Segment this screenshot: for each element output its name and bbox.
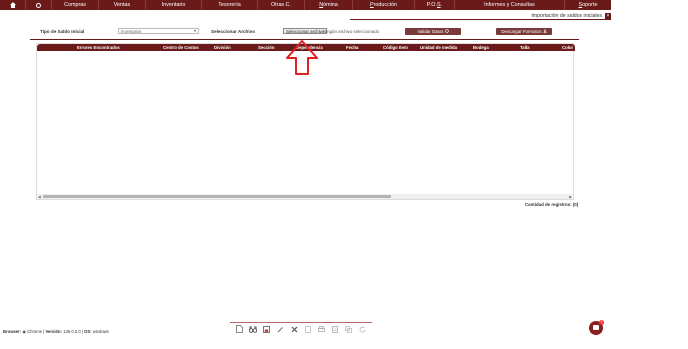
scroll-left-icon[interactable]: ◀ bbox=[38, 195, 41, 199]
browser-info: Browser: ◉ Chrome | Versión: 136.0.0.0 |… bbox=[3, 329, 109, 334]
home-button[interactable] bbox=[0, 0, 26, 10]
print-icon[interactable] bbox=[317, 325, 325, 333]
validate-data-button[interactable]: Validar Datos bbox=[405, 28, 461, 35]
col-talla: Talla bbox=[520, 45, 530, 50]
horizontal-scrollbar[interactable]: ◀ ▶ bbox=[37, 194, 573, 199]
nav-tesoreria[interactable]: Tesorería bbox=[202, 0, 258, 10]
delete-icon[interactable] bbox=[290, 325, 298, 333]
binoculars-icon[interactable] bbox=[249, 325, 258, 333]
refresh-icon[interactable] bbox=[358, 325, 366, 333]
col-codigo-item: Código Item bbox=[383, 45, 408, 50]
tipo-saldo-select[interactable]: Inventarios bbox=[118, 28, 199, 34]
record-count: Cantidad de registros: (0) bbox=[525, 202, 579, 207]
page-title: Importación de saldos iniciales bbox=[531, 12, 602, 19]
nav-inventario[interactable]: Inventario bbox=[146, 0, 202, 10]
tipo-saldo-label: Tipo de Saldo Inicial bbox=[40, 29, 85, 34]
download-formats-button[interactable]: Descargar Formatos bbox=[496, 28, 552, 35]
nav-ventas[interactable]: Ventas bbox=[99, 0, 146, 10]
file-status-text: Ningún archivo seleccionado bbox=[323, 29, 380, 34]
col-fecha: Fecha bbox=[346, 45, 359, 50]
col-centro-costos: Centro de Costos bbox=[163, 45, 199, 50]
export-icon[interactable] bbox=[331, 325, 339, 333]
document-icon[interactable] bbox=[304, 325, 312, 333]
copy-icon[interactable] bbox=[345, 325, 353, 333]
annotation-arrow-icon bbox=[286, 40, 318, 75]
col-seccion: Sección bbox=[258, 45, 275, 50]
nav-compras[interactable]: Compras bbox=[52, 0, 99, 10]
chat-icon bbox=[593, 325, 599, 330]
col-unidad-medida: Unidad de medida bbox=[420, 45, 458, 50]
close-icon[interactable]: × bbox=[605, 12, 611, 19]
nav-produccion[interactable]: Producción bbox=[353, 0, 415, 10]
new-document-icon[interactable] bbox=[236, 325, 244, 333]
action-toolbar bbox=[230, 322, 372, 335]
nav-pos[interactable]: P.O.S. bbox=[415, 0, 455, 10]
home-icon bbox=[9, 2, 16, 8]
nav-otras[interactable]: Otras C. bbox=[258, 0, 305, 10]
chat-button[interactable]: 1 bbox=[589, 320, 604, 335]
col-division: División bbox=[214, 45, 231, 50]
col-color: Color bbox=[562, 45, 574, 50]
save-icon[interactable] bbox=[263, 325, 271, 333]
top-nav: Compras Ventas Inventario Tesorería Otra… bbox=[0, 0, 611, 10]
nav-nomina[interactable]: Nómina bbox=[305, 0, 353, 10]
scroll-right-icon[interactable]: ▶ bbox=[569, 195, 572, 199]
nav-soporte[interactable]: Soporte bbox=[565, 0, 611, 10]
download-icon bbox=[543, 29, 547, 33]
gear-icon bbox=[36, 2, 41, 8]
scrollbar-thumb[interactable] bbox=[43, 195, 391, 198]
col-bodega: Bodega bbox=[473, 45, 489, 50]
archivo-label: Seleccionar Archivo bbox=[211, 29, 255, 34]
chevron-down-icon bbox=[194, 30, 196, 32]
col-errores: Errores Encontrados bbox=[77, 45, 120, 50]
page-title-bar: Importación de saldos iniciales × bbox=[350, 12, 611, 20]
notification-badge: 1 bbox=[599, 320, 604, 325]
refresh-icon bbox=[444, 29, 449, 33]
nav-informes[interactable]: Informes y Consultas bbox=[455, 0, 565, 10]
chrome-icon: ◉ bbox=[22, 329, 26, 334]
edit-icon[interactable] bbox=[277, 325, 285, 333]
file-select-button[interactable]: Seleccionar archivo bbox=[283, 28, 328, 34]
settings-button[interactable] bbox=[26, 0, 52, 10]
import-form: Tipo de Saldo Inicial Inventarios Selecc… bbox=[36, 27, 579, 37]
